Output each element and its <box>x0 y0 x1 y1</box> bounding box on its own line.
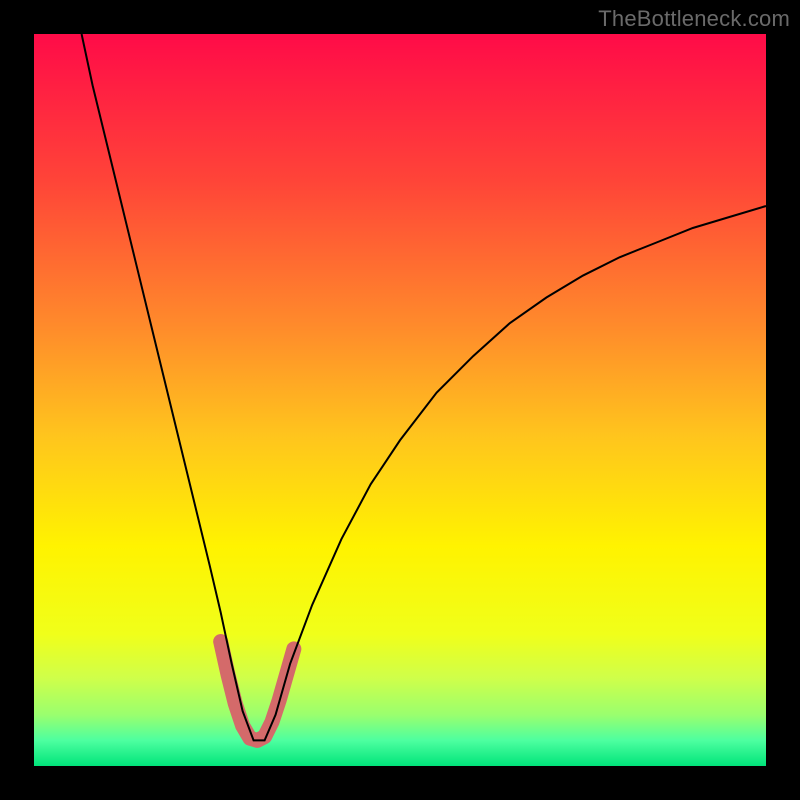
chart-plot-area <box>34 34 766 766</box>
bottleneck-chart-svg <box>34 34 766 766</box>
chart-frame: TheBottleneck.com <box>0 0 800 800</box>
gradient-background <box>34 34 766 766</box>
watermark-text: TheBottleneck.com <box>598 6 790 32</box>
